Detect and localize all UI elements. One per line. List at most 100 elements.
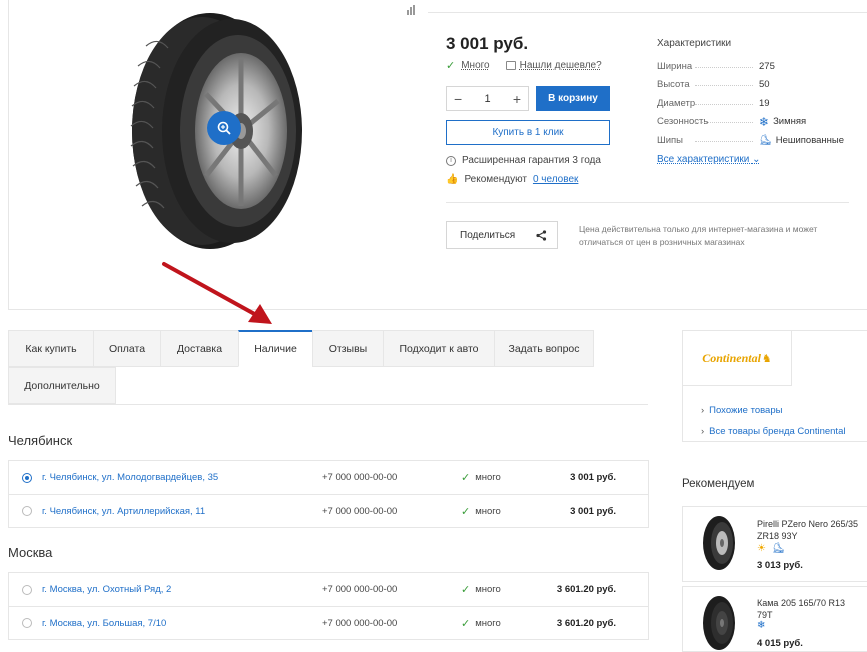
tab-additional[interactable]: Дополнительно: [8, 367, 116, 404]
spec-row: Шипы ⛸ Нешипованные: [657, 131, 857, 150]
recommend-name[interactable]: Pirelli PZero Nero 265/35 ZR18 93Y: [757, 518, 862, 542]
stock-row: ✓ Много Нашли дешевле?: [446, 59, 602, 72]
brand-panel: Continental ♞ Похожие товары Все товары …: [682, 330, 867, 442]
stats-icon[interactable]: [407, 5, 417, 18]
spec-name: Шипы: [657, 135, 759, 146]
check-icon: ✓: [461, 472, 471, 484]
add-to-cart-button[interactable]: В корзину: [536, 86, 610, 111]
recommend-title: Рекомендуем: [682, 478, 755, 490]
store-stock: ✓ много: [461, 617, 501, 630]
quantity-stepper[interactable]: − 1 +: [446, 86, 529, 111]
product-price: 3 001 руб.: [446, 34, 529, 53]
recommend-card[interactable]: Кама 205 165/70 R13 79T ❄ 4 015 руб.: [682, 586, 867, 652]
warranty-label: Расширенная гарантия 3 года: [462, 155, 601, 166]
store-address[interactable]: г. Челябинск, ул. Артиллерийская, 11: [42, 506, 205, 517]
store-radio[interactable]: [22, 472, 32, 483]
store-row[interactable]: г. Москва, ул. Большая, 7/10 +7 000 000-…: [9, 606, 648, 639]
store-price: 3 601.20 руб.: [556, 617, 616, 629]
annotation-arrow: [162, 262, 272, 324]
spec-value: 275: [759, 60, 775, 72]
tab-fits-car[interactable]: Подходит к авто: [383, 330, 495, 367]
store-radio[interactable]: [22, 584, 32, 595]
divider: [428, 12, 867, 13]
store-radio[interactable]: [22, 618, 32, 628]
store-phone: +7 000 000-00-00: [322, 617, 398, 629]
cheaper-label[interactable]: Нашли дешевле?: [520, 60, 602, 71]
brand-products-link[interactable]: Все товары бренда Continental: [701, 426, 845, 437]
check-icon: ✓: [461, 505, 471, 518]
tab-payment[interactable]: Оплата: [93, 330, 161, 367]
recommend-card[interactable]: Pirelli PZero Nero 265/35 ZR18 93Y ☀ ⛸ 3…: [682, 506, 867, 582]
city-heading: Москва: [8, 545, 53, 560]
share-button[interactable]: Поделиться: [446, 221, 558, 249]
price-note: Цена действительна только для интернет-м…: [579, 224, 818, 247]
store-radio[interactable]: [22, 506, 32, 516]
store-stock: ✓ много: [461, 472, 501, 484]
spec-value: 50: [759, 79, 770, 91]
store-row[interactable]: г. Челябинск, ул. Артиллерийская, 11 +7 …: [9, 494, 648, 527]
thumbs-up-icon: 👍: [446, 174, 459, 185]
store-row[interactable]: г. Москва, ул. Охотный Ряд, 2 +7 000 000…: [9, 573, 648, 606]
stock-status[interactable]: Много: [461, 60, 489, 71]
spec-name: Высота: [657, 79, 759, 90]
info-icon: i: [446, 155, 456, 166]
tab-delivery[interactable]: Доставка: [160, 330, 239, 367]
store-phone: +7 000 000-00-00: [322, 505, 398, 517]
specs-panel: Характеристики Ширина 275 Высота 50 Диам…: [657, 38, 857, 165]
store-row[interactable]: г. Челябинск, ул. Молодогвардейцев, 35 +…: [9, 461, 648, 494]
store-price: 3 601.20 руб.: [556, 584, 616, 595]
spec-value-text: Нешипованные: [775, 134, 845, 146]
tab-availability[interactable]: Наличие: [238, 330, 313, 367]
tire-thumbnail[interactable]: [701, 595, 737, 651]
spec-row: Высота 50: [657, 76, 857, 95]
spec-value: ❄ Зимняя: [759, 115, 806, 129]
share-label: Поделиться: [460, 229, 516, 241]
sun-icon: ☀: [757, 543, 766, 554]
recommend-row: 👍 Рекомендуют 0 человек: [446, 174, 578, 185]
minus-icon[interactable]: −: [454, 91, 462, 107]
store-address[interactable]: г. Челябинск, ул. Молодогвардейцев, 35: [42, 472, 218, 483]
recommend-name[interactable]: Кама 205 165/70 R13 79T: [757, 597, 862, 621]
no-studs-icon: ⛸: [759, 134, 772, 146]
tab-ask-question[interactable]: Задать вопрос: [494, 330, 594, 367]
brand-logo[interactable]: Continental ♞: [683, 331, 792, 386]
spec-name: Диаметр: [657, 98, 759, 109]
price-tag-icon: [505, 61, 516, 70]
spec-row: Ширина 275: [657, 57, 857, 76]
buy-one-click-button[interactable]: Купить в 1 клик: [446, 120, 610, 145]
cheaper-link[interactable]: Нашли дешевле?: [505, 60, 602, 71]
store-address[interactable]: г. Москва, ул. Большая, 7/10: [42, 618, 166, 629]
store-stock: ✓ много: [461, 584, 501, 596]
city-heading: Челябинск: [8, 433, 73, 448]
spec-value: 19: [759, 97, 770, 109]
brand-logo-text: Continental: [702, 350, 761, 365]
store-list: г. Челябинск, ул. Молодогвардейцев, 35 +…: [8, 460, 649, 528]
check-icon: ✓: [461, 617, 471, 630]
snowflake-icon: ❄: [757, 620, 766, 631]
spec-row: Сезонность ❄ Зимняя: [657, 113, 857, 132]
check-icon: ✓: [461, 584, 471, 596]
tab-how-to-buy[interactable]: Как купить: [8, 330, 94, 367]
quantity-value[interactable]: 1: [484, 93, 490, 105]
warranty-row: i Расширенная гарантия 3 года: [446, 155, 601, 166]
season-icons: ☀ ⛸: [757, 543, 785, 554]
store-price: 3 001 руб.: [570, 505, 616, 517]
specs-title: Характеристики: [657, 38, 732, 49]
recommend-count-link[interactable]: 0 человек: [533, 174, 578, 185]
season-icons: ❄: [757, 620, 765, 631]
store-stock: ✓ много: [461, 505, 501, 518]
store-list: г. Москва, ул. Охотный Ряд, 2 +7 000 000…: [8, 572, 649, 640]
check-icon: ✓: [446, 60, 456, 72]
recommend-price: 4 015 руб.: [757, 638, 803, 649]
tire-thumbnail[interactable]: [701, 515, 737, 571]
plus-icon[interactable]: +: [513, 91, 521, 107]
store-address[interactable]: г. Москва, ул. Охотный Ряд, 2: [42, 584, 171, 595]
share-icon: [536, 229, 547, 241]
tab-reviews[interactable]: Отзывы: [312, 330, 384, 367]
zoom-icon[interactable]: [207, 111, 241, 145]
similar-products-link[interactable]: Похожие товары: [701, 405, 782, 416]
spec-name: Сезонность: [657, 116, 759, 127]
no-studs-icon: ⛸: [771, 543, 785, 554]
spec-name: Ширина: [657, 61, 759, 72]
all-specs-link[interactable]: Все характеристики ⌄: [657, 154, 761, 165]
